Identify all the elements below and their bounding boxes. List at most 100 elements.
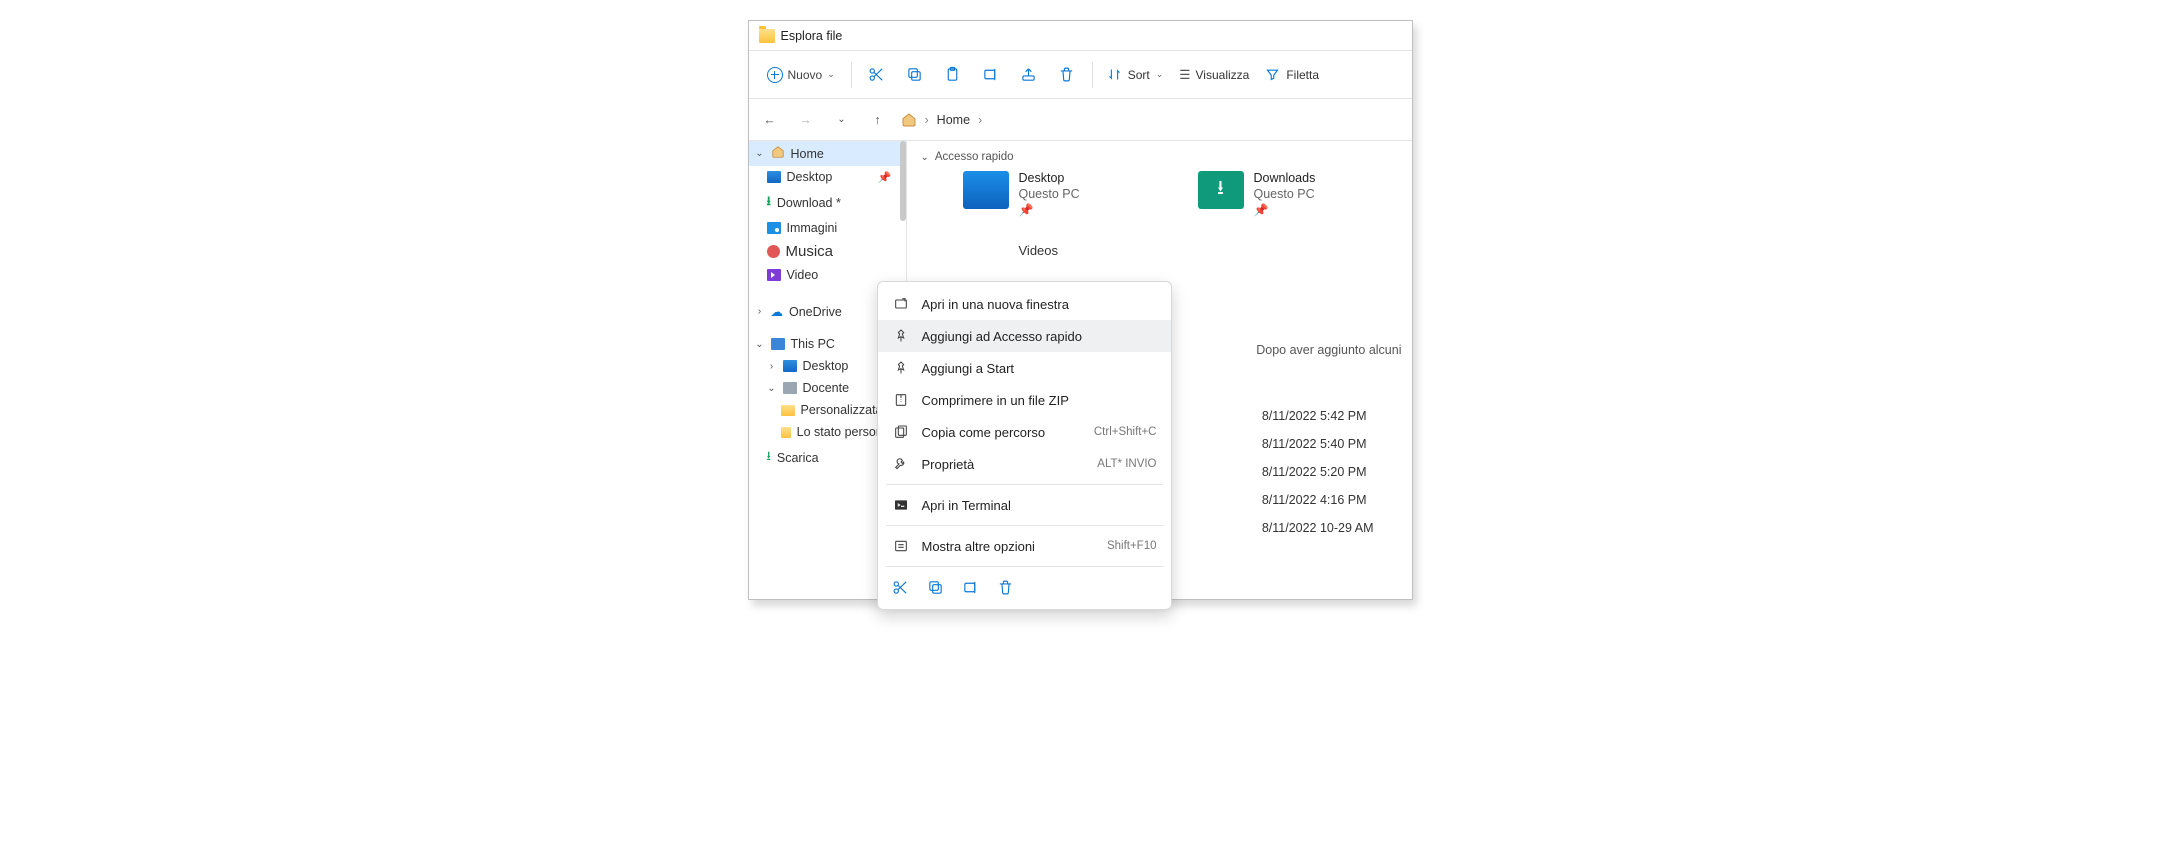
paste-button[interactable] — [936, 58, 970, 92]
image-icon — [767, 222, 781, 234]
cm-shortcut: Shift+F10 — [1107, 540, 1157, 552]
more-icon — [892, 537, 910, 555]
chevron-down-icon: ⌄ — [755, 148, 765, 159]
tile-sub: Questo PC — [1254, 187, 1316, 201]
cm-open-new-window[interactable]: Apri in una nuova finestra — [878, 288, 1171, 320]
tile-desktop[interactable]: Desktop Questo PC 📌 — [963, 171, 1143, 217]
home-icon — [771, 145, 785, 162]
folder-icon — [781, 405, 795, 416]
sidebar-item-musica[interactable]: Musica — [749, 239, 906, 264]
cm-label: Aggiungi ad Accesso rapido — [922, 329, 1082, 344]
copy-button[interactable] — [927, 579, 944, 599]
back-button[interactable]: ← — [757, 107, 783, 133]
sidebar-item-label: Desktop — [787, 170, 833, 184]
group-header-label: Accesso rapido — [935, 151, 1014, 163]
sidebar-item-label: This PC — [791, 337, 835, 351]
chevron-right-icon: › — [755, 306, 765, 317]
sort-button[interactable]: Sort ⌄ — [1101, 67, 1170, 82]
tile-videos-label[interactable]: Videos — [917, 243, 1412, 258]
up-button[interactable]: ↑ — [865, 107, 891, 133]
chevron-right-icon: › — [925, 113, 929, 127]
new-button[interactable]: Nuovo ⌄ — [759, 58, 843, 92]
copy-icon — [927, 579, 944, 596]
cm-label: Apri in Terminal — [922, 498, 1011, 513]
date-cell: 8/11/2022 5:40 PM — [1262, 437, 1374, 451]
tile-downloads[interactable]: ⭳ Downloads Questo PC 📌 — [1198, 171, 1378, 217]
file-explorer-window: Esplora file Nuovo ⌄ Sort — [748, 20, 1413, 600]
delete-button[interactable] — [997, 579, 1014, 599]
chevron-down-icon: ⌄ — [767, 383, 777, 394]
desktop-folder-icon — [963, 171, 1009, 209]
rename-button[interactable] — [974, 58, 1008, 92]
folder-icon — [781, 427, 791, 438]
cut-button[interactable] — [860, 58, 894, 92]
cm-label: Apri in una nuova finestra — [922, 297, 1069, 312]
cm-properties[interactable]: Proprietà ALT* INVIO — [878, 448, 1171, 480]
titlebar[interactable]: Esplora file — [749, 21, 1412, 51]
sidebar-item-label: OneDrive — [789, 305, 842, 319]
nav-row: ← → ⌄ ↑ › Home › — [749, 99, 1412, 141]
pin-icon: 📌 — [1019, 203, 1080, 217]
sidebar-item-label: Immagini — [787, 221, 838, 235]
download-icon: ⭳ — [767, 447, 771, 468]
cm-label: Aggiungi a Start — [922, 361, 1015, 376]
desktop-icon — [783, 360, 797, 372]
sort-label: Sort — [1128, 68, 1150, 82]
filter-button[interactable]: Filetta — [1259, 67, 1325, 82]
pin-icon: 📌 — [878, 171, 892, 184]
scrollbar[interactable] — [900, 141, 906, 221]
breadcrumb[interactable]: › Home › — [901, 112, 983, 128]
cm-pin-quick-access[interactable]: Aggiungi ad Accesso rapido — [878, 320, 1171, 352]
share-button[interactable] — [1012, 58, 1046, 92]
date-cell: 8/11/2022 10-29 AM — [1262, 521, 1374, 535]
terminal-icon — [892, 496, 910, 514]
toolbar: Nuovo ⌄ Sort ⌄ ☰ Visualizza — [749, 51, 1412, 99]
plus-icon — [767, 67, 783, 83]
group-header[interactable]: ⌄ Accesso rapido — [921, 151, 1412, 163]
cm-open-terminal[interactable]: Apri in Terminal — [878, 489, 1171, 521]
date-cell: 8/11/2022 5:20 PM — [1262, 465, 1374, 479]
pin-icon — [892, 359, 910, 377]
breadcrumb-home[interactable]: Home — [937, 113, 970, 127]
cm-copy-path[interactable]: Copia come percorso Ctrl+Shift+C — [878, 416, 1171, 448]
trash-icon — [1058, 66, 1075, 83]
rename-button[interactable] — [962, 579, 979, 599]
separator — [1092, 62, 1093, 88]
wrench-icon — [892, 455, 910, 473]
chevron-down-icon: ⌄ — [921, 152, 929, 163]
share-icon — [1020, 66, 1037, 83]
recent-button[interactable]: ⌄ — [829, 107, 855, 133]
pin-icon: 📌 — [1254, 203, 1316, 217]
cut-button[interactable] — [892, 579, 909, 599]
video-icon — [767, 269, 781, 281]
download-icon: ⭳ — [767, 192, 771, 213]
sidebar-item-download[interactable]: ⭳ Download * — [749, 188, 906, 217]
sidebar-item-label: Download * — [777, 196, 841, 210]
sidebar-item-desktop[interactable]: Desktop 📌 — [749, 166, 906, 188]
cm-label: Mostra altre opzioni — [922, 539, 1035, 554]
open-window-icon — [892, 295, 910, 313]
sidebar-item-home[interactable]: ⌄ Home — [749, 141, 906, 166]
pc-icon — [771, 338, 785, 350]
copy-path-icon — [892, 423, 910, 441]
view-button[interactable]: ☰ Visualizza — [1173, 67, 1255, 82]
cm-label: Copia come percorso — [922, 425, 1046, 440]
clipboard-icon — [944, 66, 961, 83]
copy-button[interactable] — [898, 58, 932, 92]
sidebar-item-immagini[interactable]: Immagini — [749, 217, 906, 239]
filter-icon — [1265, 67, 1280, 82]
folder-icon — [783, 382, 797, 394]
cm-pin-start[interactable]: Aggiungi a Start — [878, 352, 1171, 384]
sidebar-item-label: Docente — [803, 381, 850, 395]
tile-name: Desktop — [1019, 171, 1080, 185]
sidebar-item-label: Scarica — [777, 451, 819, 465]
cm-bottom-actions — [878, 571, 1171, 603]
chevron-down-icon: ⌄ — [1156, 69, 1164, 80]
cm-more-options[interactable]: Mostra altre opzioni Shift+F10 — [878, 530, 1171, 562]
tile-name: Downloads — [1254, 171, 1316, 185]
cm-compress-zip[interactable]: Comprimere in un file ZIP — [878, 384, 1171, 416]
home-icon — [901, 112, 917, 128]
sidebar-item-label: Personalizzata — [801, 403, 883, 417]
delete-button[interactable] — [1050, 58, 1084, 92]
forward-button[interactable]: → — [793, 107, 819, 133]
